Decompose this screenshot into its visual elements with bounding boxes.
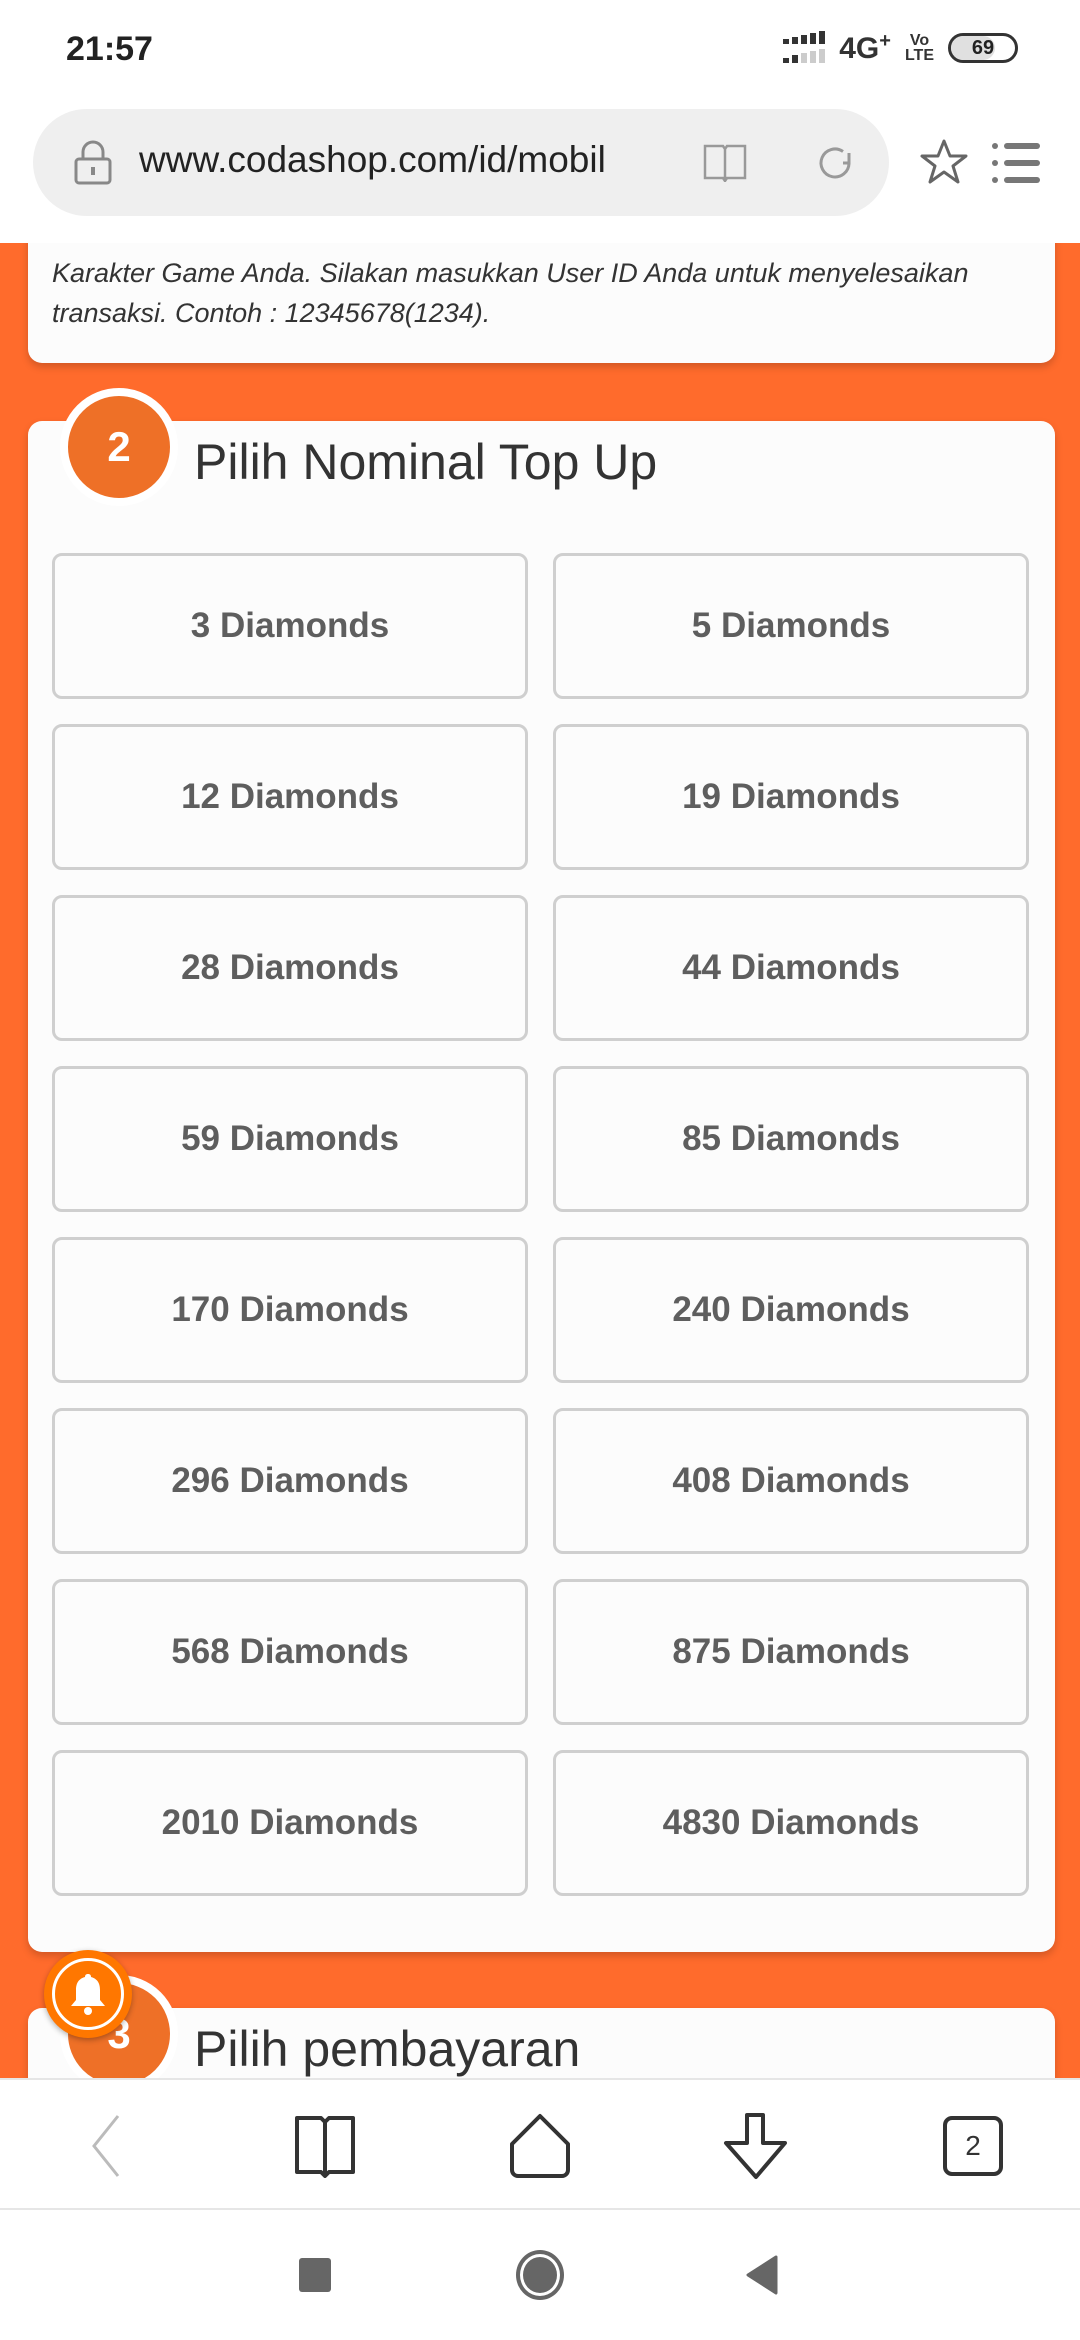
- notification-bell-button[interactable]: [44, 1950, 132, 2038]
- nominal-option-button[interactable]: 170 Diamonds: [52, 1237, 528, 1383]
- nominal-option-button[interactable]: 5 Diamonds: [553, 553, 1029, 699]
- nominal-option-button[interactable]: 408 Diamonds: [553, 1408, 1029, 1554]
- system-back-button[interactable]: [736, 2250, 786, 2300]
- system-navigation-bar: [0, 2210, 1080, 2340]
- nominal-option-button[interactable]: 59 Diamonds: [52, 1066, 528, 1212]
- chevron-left-icon: [92, 2115, 120, 2177]
- refresh-icon[interactable]: [815, 143, 855, 183]
- status-time: 21:57: [66, 30, 153, 68]
- step-number-badge: 2: [60, 388, 178, 506]
- nominal-options: 3 Diamonds 5 Diamonds 12 Diamonds 19 Diamon…: [52, 553, 1030, 1896]
- browser-toolbar: 2: [0, 2078, 1080, 2210]
- step3-card: 3 Pilih pembayaran: [28, 1975, 1055, 2078]
- nominal-option-button[interactable]: 875 Diamonds: [553, 1579, 1029, 1725]
- page-content: Karakter Game Anda. Silakan masukkan Use…: [0, 243, 1080, 2078]
- book-icon: [295, 2116, 355, 2178]
- user-id-hint: Karakter Game Anda. Silakan masukkan Use…: [52, 258, 969, 328]
- system-home-button[interactable]: [515, 2250, 565, 2300]
- signal-icon: [783, 31, 826, 63]
- url-text[interactable]: www.codashop.com/id/mobil: [139, 139, 606, 181]
- back-button[interactable]: [70, 2110, 142, 2182]
- bookmarks-button[interactable]: [289, 2110, 361, 2182]
- download-arrow-icon: [724, 2113, 787, 2179]
- nominal-option-button[interactable]: 44 Diamonds: [553, 895, 1029, 1041]
- address-bar[interactable]: www.codashop.com/id/mobil: [33, 109, 889, 216]
- home-button[interactable]: [504, 2110, 576, 2182]
- nominal-option-button[interactable]: 4830 Diamonds: [553, 1750, 1029, 1896]
- nominal-option-button[interactable]: 568 Diamonds: [52, 1579, 528, 1725]
- home-icon: [510, 2114, 570, 2178]
- lock-icon: [74, 140, 112, 185]
- circle-icon: [516, 2250, 564, 2300]
- tab-count: 2: [943, 2116, 1003, 2176]
- triangle-back-icon: [746, 2255, 778, 2295]
- volte-indicator: Vo LTE: [904, 32, 934, 64]
- nominal-option-button[interactable]: 296 Diamonds: [52, 1408, 528, 1554]
- status-icons: 4G+ Vo LTE 69: [783, 30, 1018, 66]
- bookmark-star-icon[interactable]: [920, 138, 968, 186]
- square-icon: [299, 2258, 331, 2292]
- nominal-option-button[interactable]: 19 Diamonds: [553, 724, 1029, 870]
- nominal-option-button[interactable]: 240 Diamonds: [553, 1237, 1029, 1383]
- reader-mode-icon[interactable]: [703, 144, 747, 182]
- menu-icon[interactable]: [992, 142, 1040, 184]
- step2-title: Pilih Nominal Top Up: [194, 434, 658, 490]
- status-bar: 21:57 4G+ Vo LTE 69: [0, 0, 1080, 100]
- bell-icon: [71, 1974, 105, 2015]
- nominal-option-button[interactable]: 12 Diamonds: [52, 724, 528, 870]
- downloads-button[interactable]: [720, 2110, 792, 2182]
- tabs-button[interactable]: 2: [937, 2110, 1009, 2182]
- step2-card: 2 Pilih Nominal Top Up 3 Diamonds 5 Diamo…: [28, 388, 1055, 1952]
- network-type: 4G+: [839, 30, 891, 65]
- nominal-option-button[interactable]: 2010 Diamonds: [52, 1750, 528, 1896]
- battery-icon: 69: [948, 33, 1018, 63]
- step3-title: Pilih pembayaran: [194, 2021, 581, 2077]
- step1-card: Karakter Game Anda. Silakan masukkan Use…: [28, 243, 1055, 363]
- nominal-option-button[interactable]: 3 Diamonds: [52, 553, 528, 699]
- nominal-option-button[interactable]: 85 Diamonds: [553, 1066, 1029, 1212]
- nominal-option-button[interactable]: 28 Diamonds: [52, 895, 528, 1041]
- recents-button[interactable]: [290, 2250, 340, 2300]
